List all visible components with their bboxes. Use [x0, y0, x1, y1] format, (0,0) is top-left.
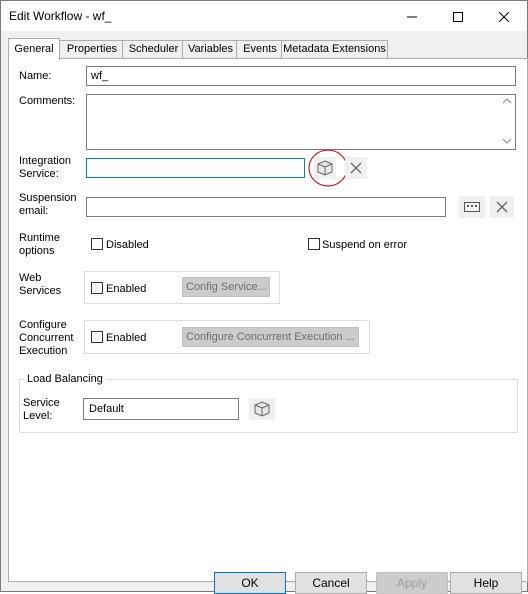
tab-general[interactable]: General [8, 38, 60, 60]
title-bar: Edit Workflow - wf_ [1, 1, 527, 31]
name-label: Name: [19, 70, 52, 82]
runtime-options-label-line1: Runtime [19, 232, 60, 244]
web-services-enabled-checkbox[interactable] [91, 282, 103, 294]
service-level-browse-button[interactable] [249, 398, 275, 420]
suspension-email-field[interactable] [86, 197, 446, 217]
tab-variables[interactable]: Variables [182, 40, 239, 58]
minimize-button[interactable] [389, 2, 435, 32]
keyboard-icon [464, 202, 480, 212]
cancel-button[interactable]: Cancel [295, 572, 367, 594]
scroll-arrows-icon [502, 98, 512, 144]
concurrent-enabled-label: Enabled [106, 332, 147, 344]
load-balancing-legend: Load Balancing [24, 373, 106, 386]
tab-events[interactable]: Events [236, 40, 284, 58]
server-cube-icon [254, 401, 270, 417]
integration-service-field[interactable] [86, 158, 305, 178]
comments-field[interactable] [86, 94, 516, 150]
maximize-button[interactable] [435, 2, 481, 32]
concurrent-label-line1: Configure [19, 319, 67, 331]
clear-x-icon [350, 162, 362, 174]
integration-service-label-line1: Integration [19, 155, 71, 167]
close-icon [499, 12, 509, 22]
concurrent-label-line3: Execution [19, 345, 68, 357]
tab-metadata-extensions[interactable]: Metadata Extensions [281, 40, 388, 58]
comments-label: Comments: [19, 95, 76, 107]
concurrent-label-line2: Concurrent [19, 332, 74, 344]
web-services-enabled-label: Enabled [106, 283, 147, 295]
name-field[interactable]: wf_ [86, 66, 516, 86]
service-level-value: Default [89, 403, 124, 415]
suspension-email-clear-button[interactable] [490, 196, 514, 218]
ok-button[interactable]: OK [214, 572, 286, 594]
tab-scheduler[interactable]: Scheduler [122, 40, 185, 58]
concurrent-enabled-checkbox[interactable] [91, 331, 103, 343]
close-button[interactable] [481, 2, 527, 32]
maximize-icon [453, 12, 463, 22]
web-services-label-line1: Web [19, 272, 42, 284]
service-level-label-line1: Service [23, 397, 60, 409]
clear-x-icon [496, 201, 508, 213]
suspend-on-error-label: Suspend on error [322, 239, 407, 251]
apply-button[interactable]: Apply [376, 572, 448, 594]
name-value: wf_ [91, 70, 109, 82]
comments-scrollbar[interactable] [500, 95, 514, 147]
service-level-field[interactable]: Default [83, 398, 239, 420]
suspend-on-error-checkbox[interactable] [308, 238, 320, 250]
disabled-label: Disabled [106, 239, 149, 251]
suspension-email-label-line1: Suspension [19, 192, 77, 204]
config-service-button[interactable]: Config Service... [182, 277, 270, 297]
tab-properties[interactable]: Properties [59, 40, 125, 58]
integration-service-label-line2: Service: [19, 168, 59, 180]
disabled-checkbox[interactable] [91, 238, 103, 250]
help-button[interactable]: Help [450, 572, 522, 594]
window-title: Edit Workflow - wf_ [9, 9, 112, 23]
suspension-email-label-line2: email: [19, 205, 49, 217]
web-services-label-line2: Services [19, 285, 62, 297]
service-level-label-line2: Level: [23, 410, 53, 422]
integration-service-clear-button[interactable] [345, 157, 367, 179]
highlight-circle [308, 149, 348, 187]
minimize-icon [407, 16, 417, 18]
suspension-email-edit-button[interactable] [459, 196, 485, 218]
runtime-options-label-line2: options [19, 245, 55, 257]
configure-concurrent-execution-button[interactable]: Configure Concurrent Execution ... [182, 327, 359, 347]
